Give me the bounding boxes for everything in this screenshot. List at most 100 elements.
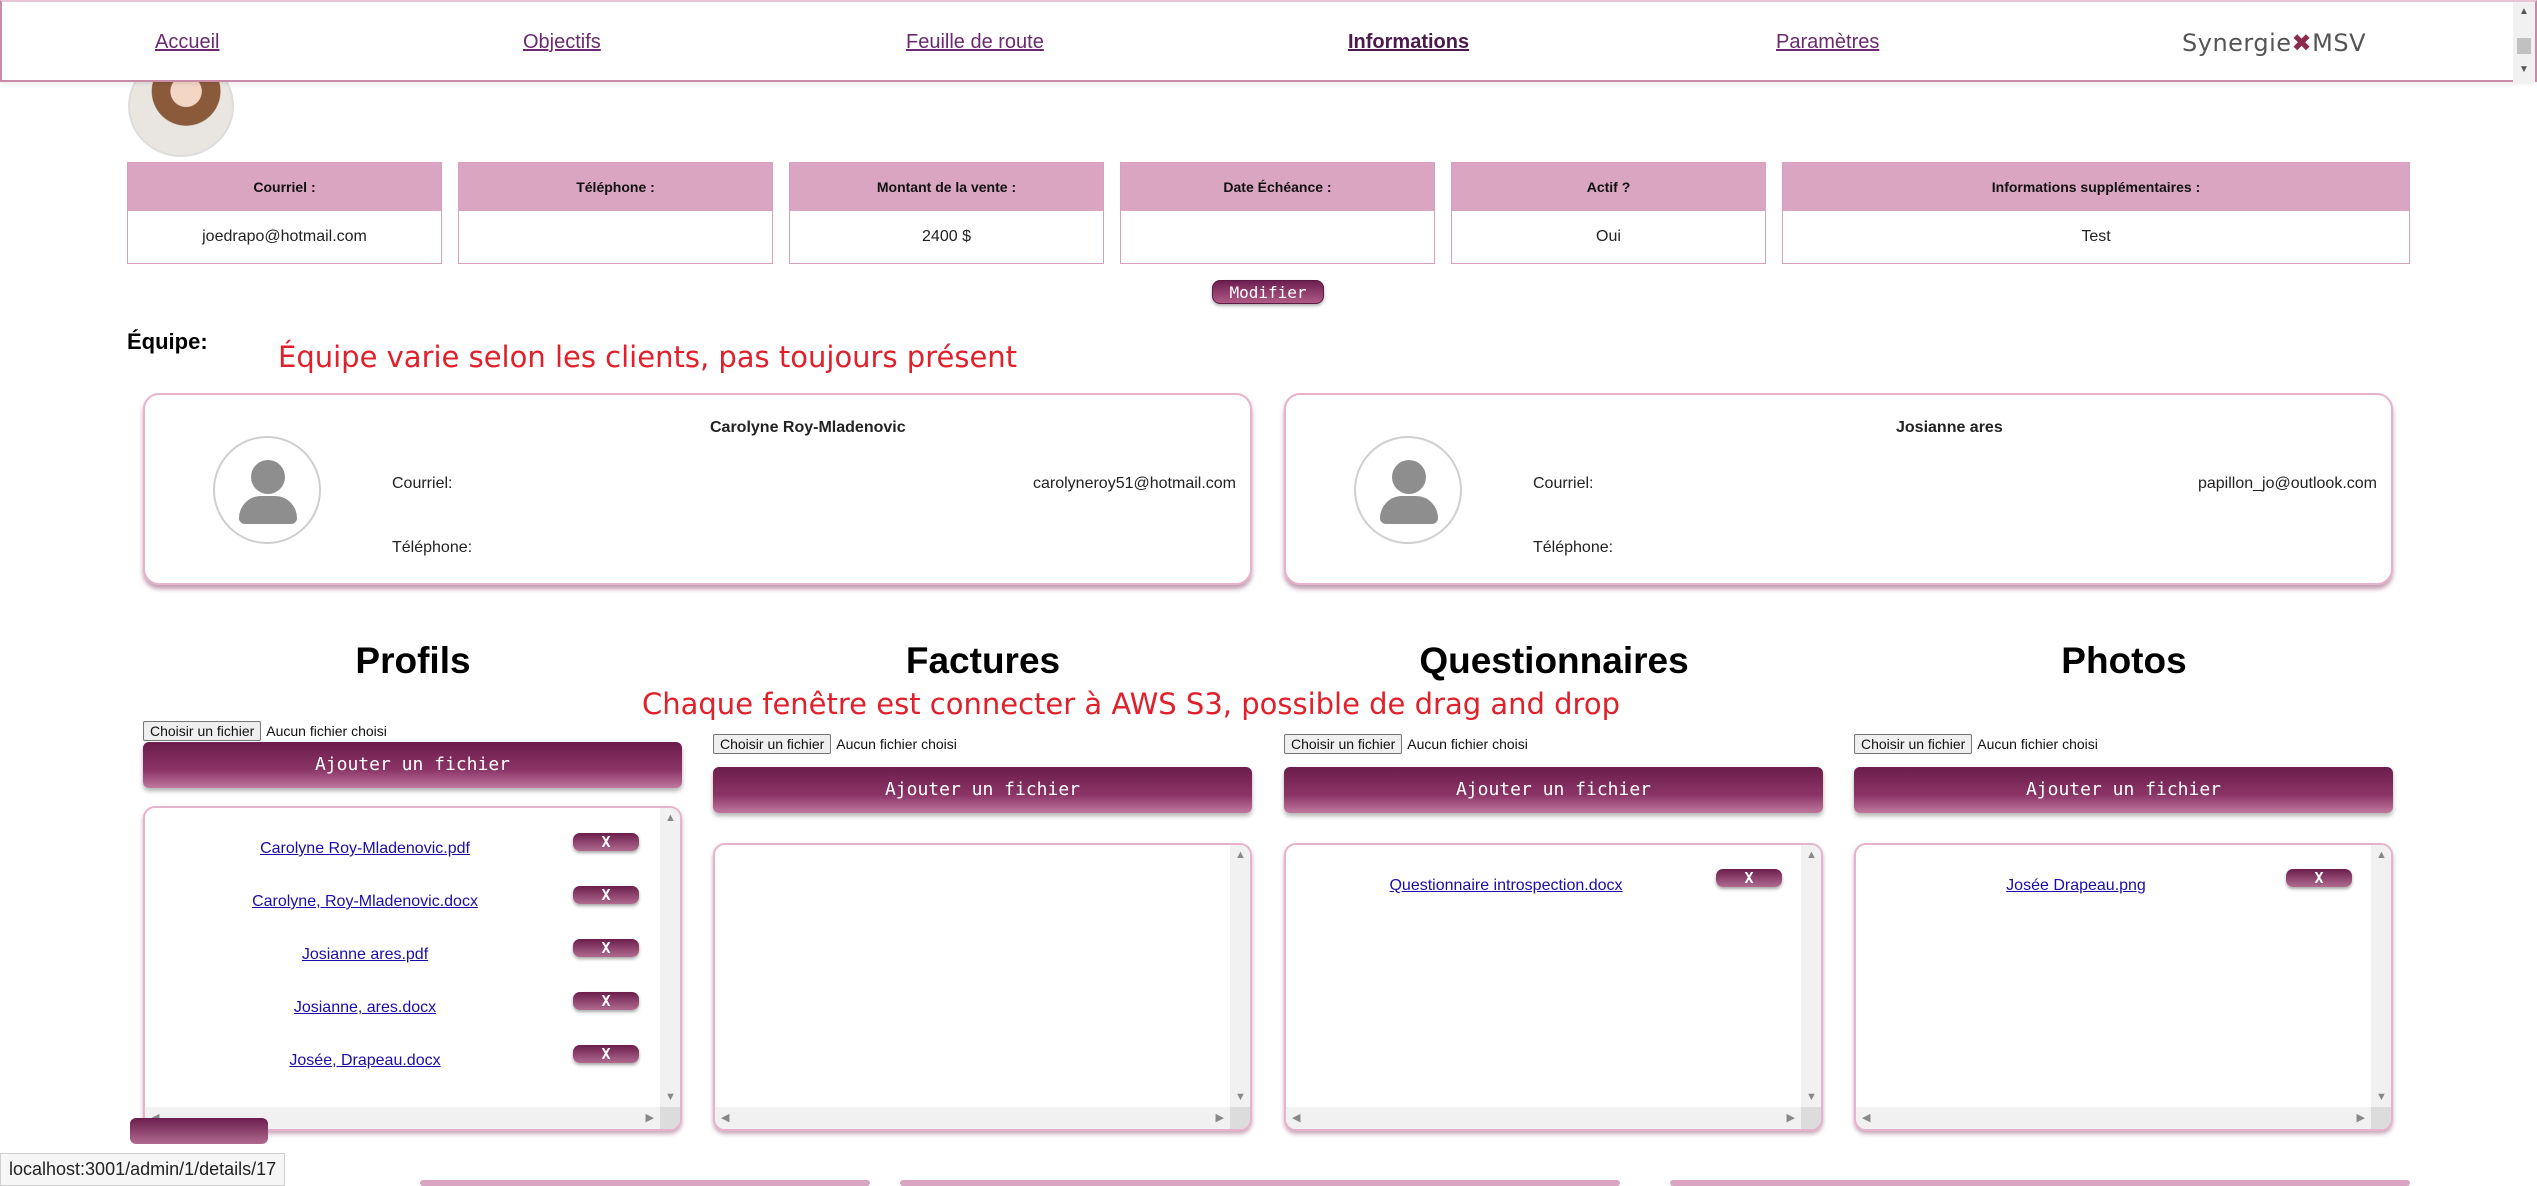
horizontal-scrollbar[interactable]: ◀▶	[1856, 1107, 2371, 1129]
info-phone: Téléphone :	[458, 162, 773, 264]
no-file-text: Aucun fichier choisi	[836, 736, 957, 752]
choose-file-button[interactable]: Choisir un fichier	[143, 721, 262, 741]
info-header: Téléphone :	[459, 163, 772, 211]
photos-file-list[interactable]: Josée Drapeau.png X ▲ ▼ ◀ ▶	[1854, 843, 2393, 1131]
nav-feuille-de-route[interactable]: Feuille de route	[906, 31, 1044, 54]
no-file-text: Aucun fichier choisi	[266, 723, 387, 739]
status-bar-url: localhost:3001/admin/1/details/17	[0, 1153, 286, 1186]
member-name: Carolyne Roy-Mladenovic	[710, 419, 906, 436]
brand-logo[interactable]: Synergie✖MSV	[2182, 29, 2366, 57]
file-picker[interactable]: Choisir un fichier Aucun fichier choisi	[143, 721, 387, 741]
add-file-button[interactable]: Ajouter un fichier	[713, 767, 1252, 813]
file-link[interactable]: Josée, Drapeau.docx	[145, 1052, 585, 1070]
info-header: Actif ?	[1452, 163, 1765, 211]
member-email: papillon_jo@outlook.com	[2197, 475, 2377, 492]
member-phone-label: Téléphone:	[392, 539, 473, 556]
choose-file-button[interactable]: Choisir un fichier	[1854, 734, 1973, 754]
info-header: Date Échéance :	[1121, 163, 1434, 211]
team-member-card: Carolyne Roy-Mladenovic Courriel: caroly…	[143, 393, 1252, 585]
divider	[900, 1180, 1620, 1186]
delete-file-button[interactable]: X	[573, 939, 639, 957]
add-file-button[interactable]: Ajouter un fichier	[143, 742, 682, 788]
file-link[interactable]: Carolyne, Roy-Mladenovic.docx	[145, 893, 585, 911]
info-value: Test	[2081, 228, 2111, 245]
user-placeholder-icon	[213, 436, 321, 544]
info-due-date: Date Échéance :	[1120, 162, 1435, 264]
vertical-scrollbar[interactable]: ▲ ▼	[660, 808, 680, 1107]
section-title-factures: Factures	[905, 640, 1061, 681]
info-email: Courriel : joedrapo@hotmail.com	[127, 162, 442, 264]
horizontal-scrollbar[interactable]: ◀▶	[1286, 1107, 1801, 1129]
nav-informations[interactable]: Informations	[1348, 31, 1469, 54]
file-link[interactable]: Questionnaire introspection.docx	[1286, 877, 1726, 895]
page-scrollbar[interactable]: ▲ ▼	[2513, 2, 2535, 84]
file-link[interactable]: Josianne, ares.docx	[145, 999, 585, 1017]
delete-file-button[interactable]: X	[573, 886, 639, 904]
divider	[420, 1180, 870, 1186]
scroll-up-icon[interactable]: ▲	[2519, 6, 2529, 17]
divider	[1670, 1180, 2410, 1186]
add-file-button[interactable]: Ajouter un fichier	[1284, 767, 1823, 813]
vertical-scrollbar[interactable]: ▲ ▼	[1230, 845, 1250, 1107]
team-annotation: Équipe varie selon les clients, pas touj…	[278, 340, 1018, 374]
delete-file-button[interactable]: X	[573, 833, 639, 851]
profils-file-list[interactable]: Carolyne Roy-Mladenovic.pdf X Carolyne, …	[143, 806, 682, 1131]
file-picker[interactable]: Choisir un fichier Aucun fichier choisi	[1284, 734, 1528, 754]
modify-button[interactable]: Modifier	[1212, 280, 1324, 304]
member-email-label: Courriel:	[1533, 475, 1594, 492]
top-navbar: Accueil Objectifs Feuille de route Infor…	[0, 0, 2537, 84]
info-extra: Informations supplémentaires : Test	[1782, 162, 2410, 264]
choose-file-button[interactable]: Choisir un fichier	[1284, 734, 1403, 754]
info-value	[1121, 211, 1434, 263]
nav-objectifs[interactable]: Objectifs	[523, 31, 601, 54]
delete-file-button[interactable]: X	[2286, 869, 2352, 887]
info-value: 2400 $	[922, 228, 971, 245]
team-heading: Équipe:	[127, 329, 208, 354]
member-name: Josianne ares	[1896, 419, 2003, 436]
user-placeholder-icon	[1354, 436, 1462, 544]
logo-text-right: MSV	[2312, 29, 2366, 57]
scroll-corner	[1801, 1107, 1821, 1129]
team-member-card: Josianne ares Courriel: papillon_jo@outl…	[1284, 393, 2393, 585]
nav-parametres[interactable]: Paramètres	[1776, 31, 1879, 54]
section-title-profils: Profils	[355, 640, 471, 681]
delete-file-button[interactable]: X	[1716, 869, 1782, 887]
info-active: Actif ? Oui	[1451, 162, 1766, 264]
delete-file-button[interactable]: X	[573, 1045, 639, 1063]
info-value	[459, 211, 772, 263]
vertical-scrollbar[interactable]: ▲ ▼	[2371, 845, 2391, 1107]
scroll-thumb[interactable]	[2517, 38, 2531, 54]
info-value: Oui	[1596, 228, 1621, 245]
files-annotation: Chaque fenêtre est connecter à AWS S3, p…	[642, 687, 1620, 721]
horizontal-scrollbar[interactable]: ◀▶	[715, 1107, 1230, 1129]
questionnaires-file-list[interactable]: Questionnaire introspection.docx X ▲ ▼ ◀ ▶	[1284, 843, 1823, 1131]
add-file-button[interactable]: Ajouter un fichier	[1854, 767, 2393, 813]
nav-accueil[interactable]: Accueil	[155, 31, 219, 54]
info-value: joedrapo@hotmail.com	[202, 228, 367, 245]
section-title-questionnaires: Questionnaires	[1419, 640, 1689, 681]
info-header: Informations supplémentaires :	[1783, 163, 2409, 211]
no-file-text: Aucun fichier choisi	[1407, 736, 1528, 752]
vertical-scrollbar[interactable]: ▲ ▼	[1801, 845, 1821, 1107]
file-picker[interactable]: Choisir un fichier Aucun fichier choisi	[1854, 734, 2098, 754]
section-title-photos: Photos	[2061, 640, 2187, 681]
member-email: carolyneroy51@hotmail.com	[1033, 475, 1236, 492]
scroll-down-icon[interactable]: ▼	[2519, 64, 2529, 75]
logo-text-left: Synergie	[2182, 29, 2292, 57]
info-header: Courriel :	[128, 163, 441, 211]
scroll-corner	[660, 1107, 680, 1129]
factures-file-list[interactable]: ▲ ▼ ◀ ▶	[713, 843, 1252, 1131]
file-picker[interactable]: Choisir un fichier Aucun fichier choisi	[713, 734, 957, 754]
file-link[interactable]: Carolyne Roy-Mladenovic.pdf	[145, 840, 585, 858]
logo-mark-icon: ✖	[2291, 29, 2313, 57]
choose-file-button[interactable]: Choisir un fichier	[713, 734, 832, 754]
member-email-label: Courriel:	[392, 475, 453, 492]
file-link[interactable]: Josianne ares.pdf	[145, 946, 585, 964]
delete-file-button[interactable]: X	[573, 992, 639, 1010]
info-header: Montant de la vente :	[790, 163, 1103, 211]
partial-button[interactable]	[130, 1118, 268, 1144]
no-file-text: Aucun fichier choisi	[1977, 736, 2098, 752]
member-phone-label: Téléphone:	[1533, 539, 1614, 556]
file-link[interactable]: Josée Drapeau.png	[1856, 877, 2296, 895]
scroll-corner	[2371, 1107, 2391, 1129]
